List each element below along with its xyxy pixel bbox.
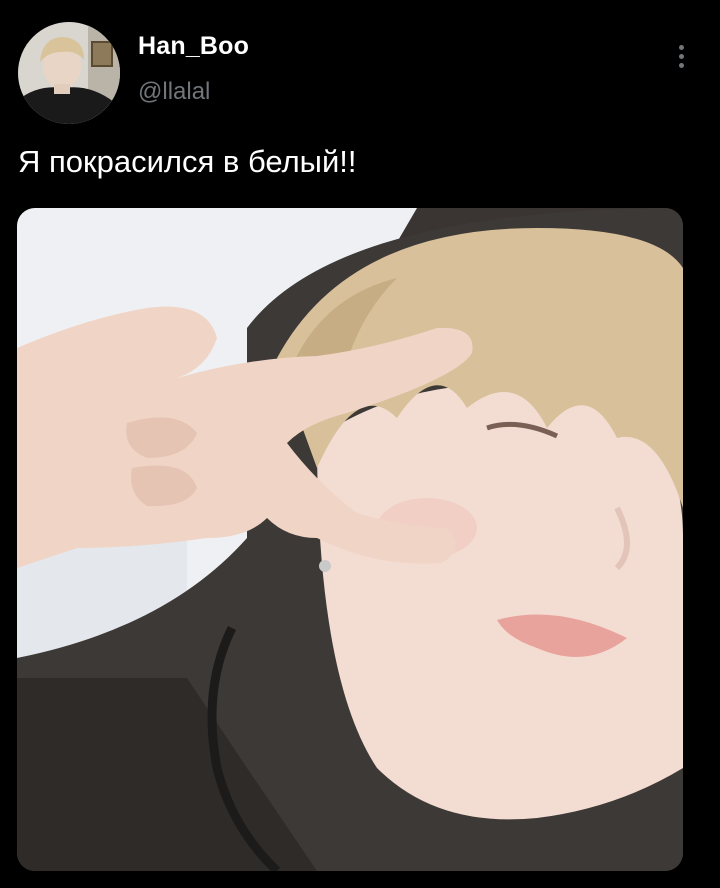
author-handle[interactable]: @llalal — [138, 78, 210, 106]
tweet-text: Я покрасился в белый!! — [18, 144, 357, 179]
avatar[interactable] — [18, 22, 120, 124]
tweet-photo[interactable] — [17, 208, 683, 871]
author-display-name[interactable]: Han_Boo — [138, 32, 249, 61]
tweet: Han_Boo @llalal Я покрасился в белый!! — [0, 0, 720, 888]
more-options-button[interactable] — [666, 36, 696, 76]
more-vertical-icon — [678, 44, 684, 50]
